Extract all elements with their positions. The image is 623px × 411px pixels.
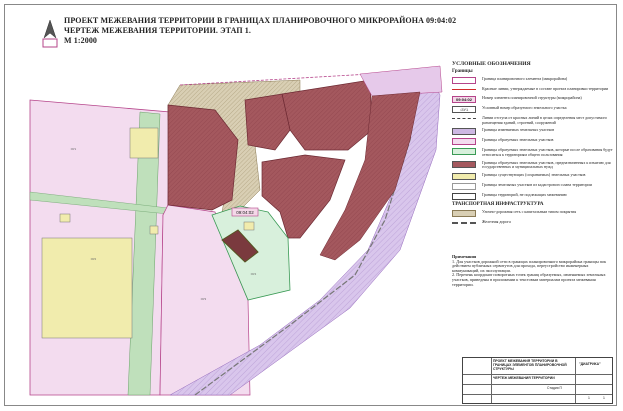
block-number: 09:04:02 [236, 210, 254, 215]
legend-item: Границы территорий, не подлежащих межева… [452, 192, 617, 200]
stamp-sheet: 1 [588, 396, 590, 400]
planned-block-center [244, 93, 291, 151]
legend-swatch [452, 148, 476, 156]
stamp-sheets: 1 [603, 396, 605, 400]
legend-item: Железная дорога [452, 220, 617, 226]
legend-transport-title: ТРАНСПОРТНАЯ ИНФРАСТРУКТУРА [452, 201, 544, 207]
note-item: 2. Перечень координат поворотных точек г… [452, 272, 606, 287]
stamp-stage: Стадия П [547, 386, 562, 390]
title-stamp: ПРОЕКТ МЕЖЕВАНИЯ ТЕРРИТОРИИ В ГРАНИЦАХ Э… [462, 357, 613, 404]
legend-swatch [452, 172, 476, 180]
legend-item: Границы земельных участков из кадастрово… [452, 182, 617, 190]
legend-swatch [452, 89, 476, 93]
legend-heading: УСЛОВНЫЕ ОБОЗНАЧЕНИЯ [452, 61, 531, 67]
legend-swatch [452, 118, 476, 122]
road-pink-strip [359, 65, 443, 97]
legend-swatch [452, 192, 476, 200]
legend-swatch [452, 77, 476, 85]
legend-item: Границы изменяемых земельных участков [452, 128, 617, 136]
svg-text::ЗУ4: :ЗУ4 [250, 272, 257, 276]
drawing-sheet: ПРОЕКТ МЕЖЕВАНИЯ ТЕРРИТОРИИ В ГРАНИЦАХ П… [0, 0, 623, 411]
legend-item: 09:04:02 Номер элемента планировочной ст… [452, 96, 617, 104]
legend-item: :ЗУ1 Условный номер образуемого земельно… [452, 106, 617, 114]
building [129, 127, 159, 159]
legend-swatch [452, 128, 476, 136]
legend-item: Улично-дорожная сеть с капитальным типом… [452, 210, 617, 218]
svg-text::ЗУ2: :ЗУ2 [90, 257, 97, 261]
legend-swatch [452, 182, 476, 190]
legend-swatch [452, 138, 476, 146]
stamp-company: "ДИАТРИКА" [579, 362, 601, 366]
legend-swatch: 09:04:02 [452, 96, 476, 104]
stamp-org: ПРОЕКТ МЕЖЕВАНИЯ ТЕРРИТОРИИ В ГРАНИЦАХ Э… [493, 359, 567, 371]
svg-text::ЗУ1: :ЗУ1 [70, 147, 77, 151]
building [149, 225, 159, 235]
note-item: 1. Для участков дорожной сети в границах… [452, 258, 607, 273]
legend-item: Границы образуемых земельных участков, п… [452, 160, 617, 170]
svg-text::ЗУ3: :ЗУ3 [200, 297, 207, 301]
notes-block: Примечания 1. Для участков дорожной сети… [452, 254, 614, 287]
building [59, 213, 71, 223]
legend-item: Границы образуемых земельных участков [452, 138, 617, 146]
legend-boundaries-title: Границы [452, 68, 473, 74]
legend-swatch [452, 160, 476, 168]
legend-swatch: :ЗУ1 [452, 106, 476, 114]
legend-swatch [452, 210, 476, 218]
legend-item: Красные линии, утверждаемые в составе пр… [452, 87, 617, 93]
building [243, 221, 255, 231]
legend-panel: УСЛОВНЫЕ ОБОЗНАЧЕНИЯ Границы Граница пла… [452, 61, 617, 229]
legend-item: Границы существующих (сохраняемых) земел… [452, 172, 617, 180]
legend-item: Линии отступа от красных линий в целях о… [452, 115, 617, 125]
legend-item: Границы образуемых земельных участков, к… [452, 148, 617, 157]
legend-swatch [452, 222, 476, 226]
legend-item: Граница планировочного элемента (микрора… [452, 77, 617, 85]
building [41, 237, 133, 339]
stamp-sheet-title: ЧЕРТЕЖ МЕЖЕВАНИЯ ТЕРРИТОРИИ [493, 376, 555, 380]
